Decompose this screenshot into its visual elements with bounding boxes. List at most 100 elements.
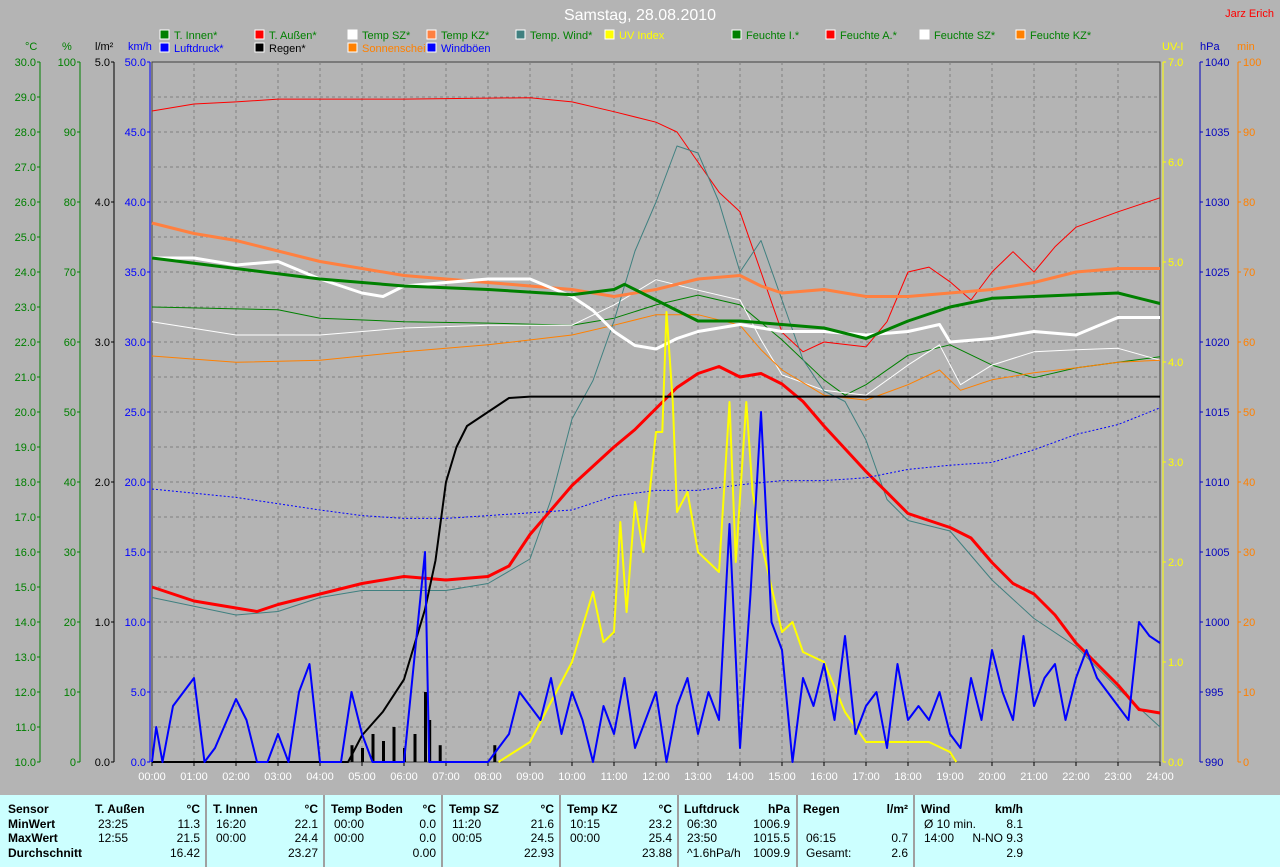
- table-cell-value: 0.0: [419, 817, 436, 831]
- x-tick-label: 06:00: [390, 771, 418, 783]
- legend-swatch: [254, 42, 265, 53]
- legend-label: Feuchte SZ*: [934, 30, 996, 42]
- table-header-unit: °C: [186, 802, 200, 816]
- table-column-divider: [913, 795, 915, 867]
- axis-tick-label-hum: 0: [70, 757, 76, 769]
- legend-label: Feuchte A.*: [840, 30, 898, 42]
- axis-tick-label-temp: 14.0: [15, 617, 36, 629]
- legend-swatch: [159, 42, 170, 53]
- x-tick-label: 03:00: [264, 771, 292, 783]
- table-header-unit: °C: [422, 802, 436, 816]
- axis-tick-label-sun: 80: [1243, 197, 1255, 209]
- table-cell-value: 1006.9: [753, 817, 790, 831]
- x-tick-label: 08:00: [474, 771, 502, 783]
- legend-label: Luftdruck*: [174, 43, 224, 55]
- axis-tick-label-press: 990: [1205, 757, 1223, 769]
- table-column-divider: [677, 795, 679, 867]
- axis-tick-label-rain: 5.0: [95, 57, 110, 69]
- axis-tick-label-sun: 90: [1243, 127, 1255, 139]
- weather-chart: Samstag, 28.08.2010 Jarz Erich 00:00 01:00 0…: [15, 7, 1274, 783]
- table-cell-value: 1015.5: [753, 831, 790, 845]
- table-cell-value: 22.1: [294, 817, 318, 831]
- axis-tick-label-rain: 3.0: [95, 337, 110, 349]
- axis-tick-label-temp: 27.0: [15, 162, 36, 174]
- axis-tick-label-uv: 4.0: [1168, 357, 1183, 369]
- axis-tick-label-temp: 13.0: [15, 652, 36, 664]
- axis-tick-label-temp: 20.0: [15, 407, 36, 419]
- axis-tick-label-uv: 5.0: [1168, 257, 1183, 269]
- axis-tick-label-temp: 17.0: [15, 512, 36, 524]
- legend-label: Temp KZ*: [441, 30, 490, 42]
- axis-unit-sun: min: [1237, 41, 1255, 53]
- x-tick-label: 17:00: [852, 771, 880, 783]
- table-cell-value: 0.7: [891, 831, 908, 845]
- x-tick-label: 02:00: [222, 771, 250, 783]
- legend-swatch: [426, 29, 437, 40]
- legend-swatch: [1015, 29, 1026, 40]
- table-column-divider: [441, 795, 443, 867]
- axis-tick-label-temp: 11.0: [15, 722, 36, 734]
- axis-tick-label-hum: 50: [64, 407, 76, 419]
- legend-swatch: [347, 42, 358, 53]
- table-header-unit: °C: [658, 802, 672, 816]
- legend-swatch: [604, 29, 615, 40]
- axis-tick-label-press: 1015: [1205, 407, 1229, 419]
- table-cell-value: 23.2: [648, 817, 672, 831]
- x-tick-label: 13:00: [684, 771, 712, 783]
- x-tick-label: 00:00: [138, 771, 166, 783]
- axis-tick-label-hum: 10: [64, 687, 76, 699]
- axis-tick-label-uv: 1.0: [1168, 657, 1183, 669]
- axis-tick-label-sun: 70: [1243, 267, 1255, 279]
- axis-tick-label-press: 1035: [1205, 127, 1229, 139]
- axis-tick-label-temp: 22.0: [15, 337, 36, 349]
- table-column-divider: [205, 795, 207, 867]
- axis-tick-label-temp: 18.0: [15, 477, 36, 489]
- axis-tick-label-temp: 19.0: [15, 442, 36, 454]
- legend-swatch: [731, 29, 742, 40]
- rain-bar: [413, 734, 417, 762]
- legend-label: Sonnenschein: [362, 43, 432, 55]
- axis-tick-label-rain: 0.0: [95, 757, 110, 769]
- x-tick-label: 15:00: [768, 771, 796, 783]
- x-tick-label: 19:00: [936, 771, 964, 783]
- table-column-divider: [796, 795, 798, 867]
- legend-swatch: [919, 29, 930, 40]
- rain-bar: [361, 748, 364, 762]
- axis-unit-wind: km/h: [128, 41, 152, 53]
- table-header-sensor: Sensor: [8, 802, 49, 816]
- legend-label: Temp SZ*: [362, 30, 411, 42]
- axis-tick-label-hum: 40: [64, 477, 76, 489]
- axis-tick-label-sun: 50: [1243, 407, 1255, 419]
- chart-title: Samstag, 28.08.2010: [564, 7, 716, 24]
- legend-label: Feuchte KZ*: [1030, 30, 1092, 42]
- axis-tick-label-hum: 60: [64, 337, 76, 349]
- x-tick-label: 21:00: [1020, 771, 1048, 783]
- axis-tick-label-hum: 70: [64, 267, 76, 279]
- x-tick-label: 23:00: [1104, 771, 1132, 783]
- table-cell-value: 25.4: [648, 831, 672, 845]
- table-cell-value: 0.0: [419, 831, 436, 845]
- table-column-divider: [323, 795, 325, 867]
- table-cell-value: 2.6: [891, 846, 908, 860]
- axis-tick-label-temp: 16.0: [15, 547, 36, 559]
- statistics-table: Sensor MinWert MaxWert Durchschnitt T. Außen…: [0, 795, 1280, 867]
- axis-tick-label-temp: 25.0: [15, 232, 36, 244]
- x-tick-label: 22:00: [1062, 771, 1090, 783]
- table-cell-value: 2.9: [1006, 846, 1023, 860]
- table-header-unit: hPa: [767, 802, 790, 816]
- axis-tick-label-press: 995: [1205, 687, 1223, 699]
- table-cell-value: 24.4: [294, 831, 318, 845]
- legend-swatch: [254, 29, 265, 40]
- axis-tick-label-press: 1010: [1205, 477, 1229, 489]
- table-row-label: MaxWert: [8, 831, 58, 845]
- axis-tick-label-wind: 25.0: [125, 407, 146, 419]
- axis-tick-label-wind: 40.0: [125, 197, 146, 209]
- table-cell-value: 24.5: [530, 831, 554, 845]
- table-cell-value: 1009.9: [753, 846, 790, 860]
- axis-tick-label-press: 1030: [1205, 197, 1229, 209]
- axis-tick-label-rain: 2.0: [95, 477, 110, 489]
- axis-tick-label-sun: 0: [1243, 757, 1249, 769]
- table-cell-value: 8.1: [1006, 817, 1023, 831]
- axis-unit-rain: l/m²: [95, 41, 114, 53]
- table-cell-value: 11.3: [177, 817, 200, 831]
